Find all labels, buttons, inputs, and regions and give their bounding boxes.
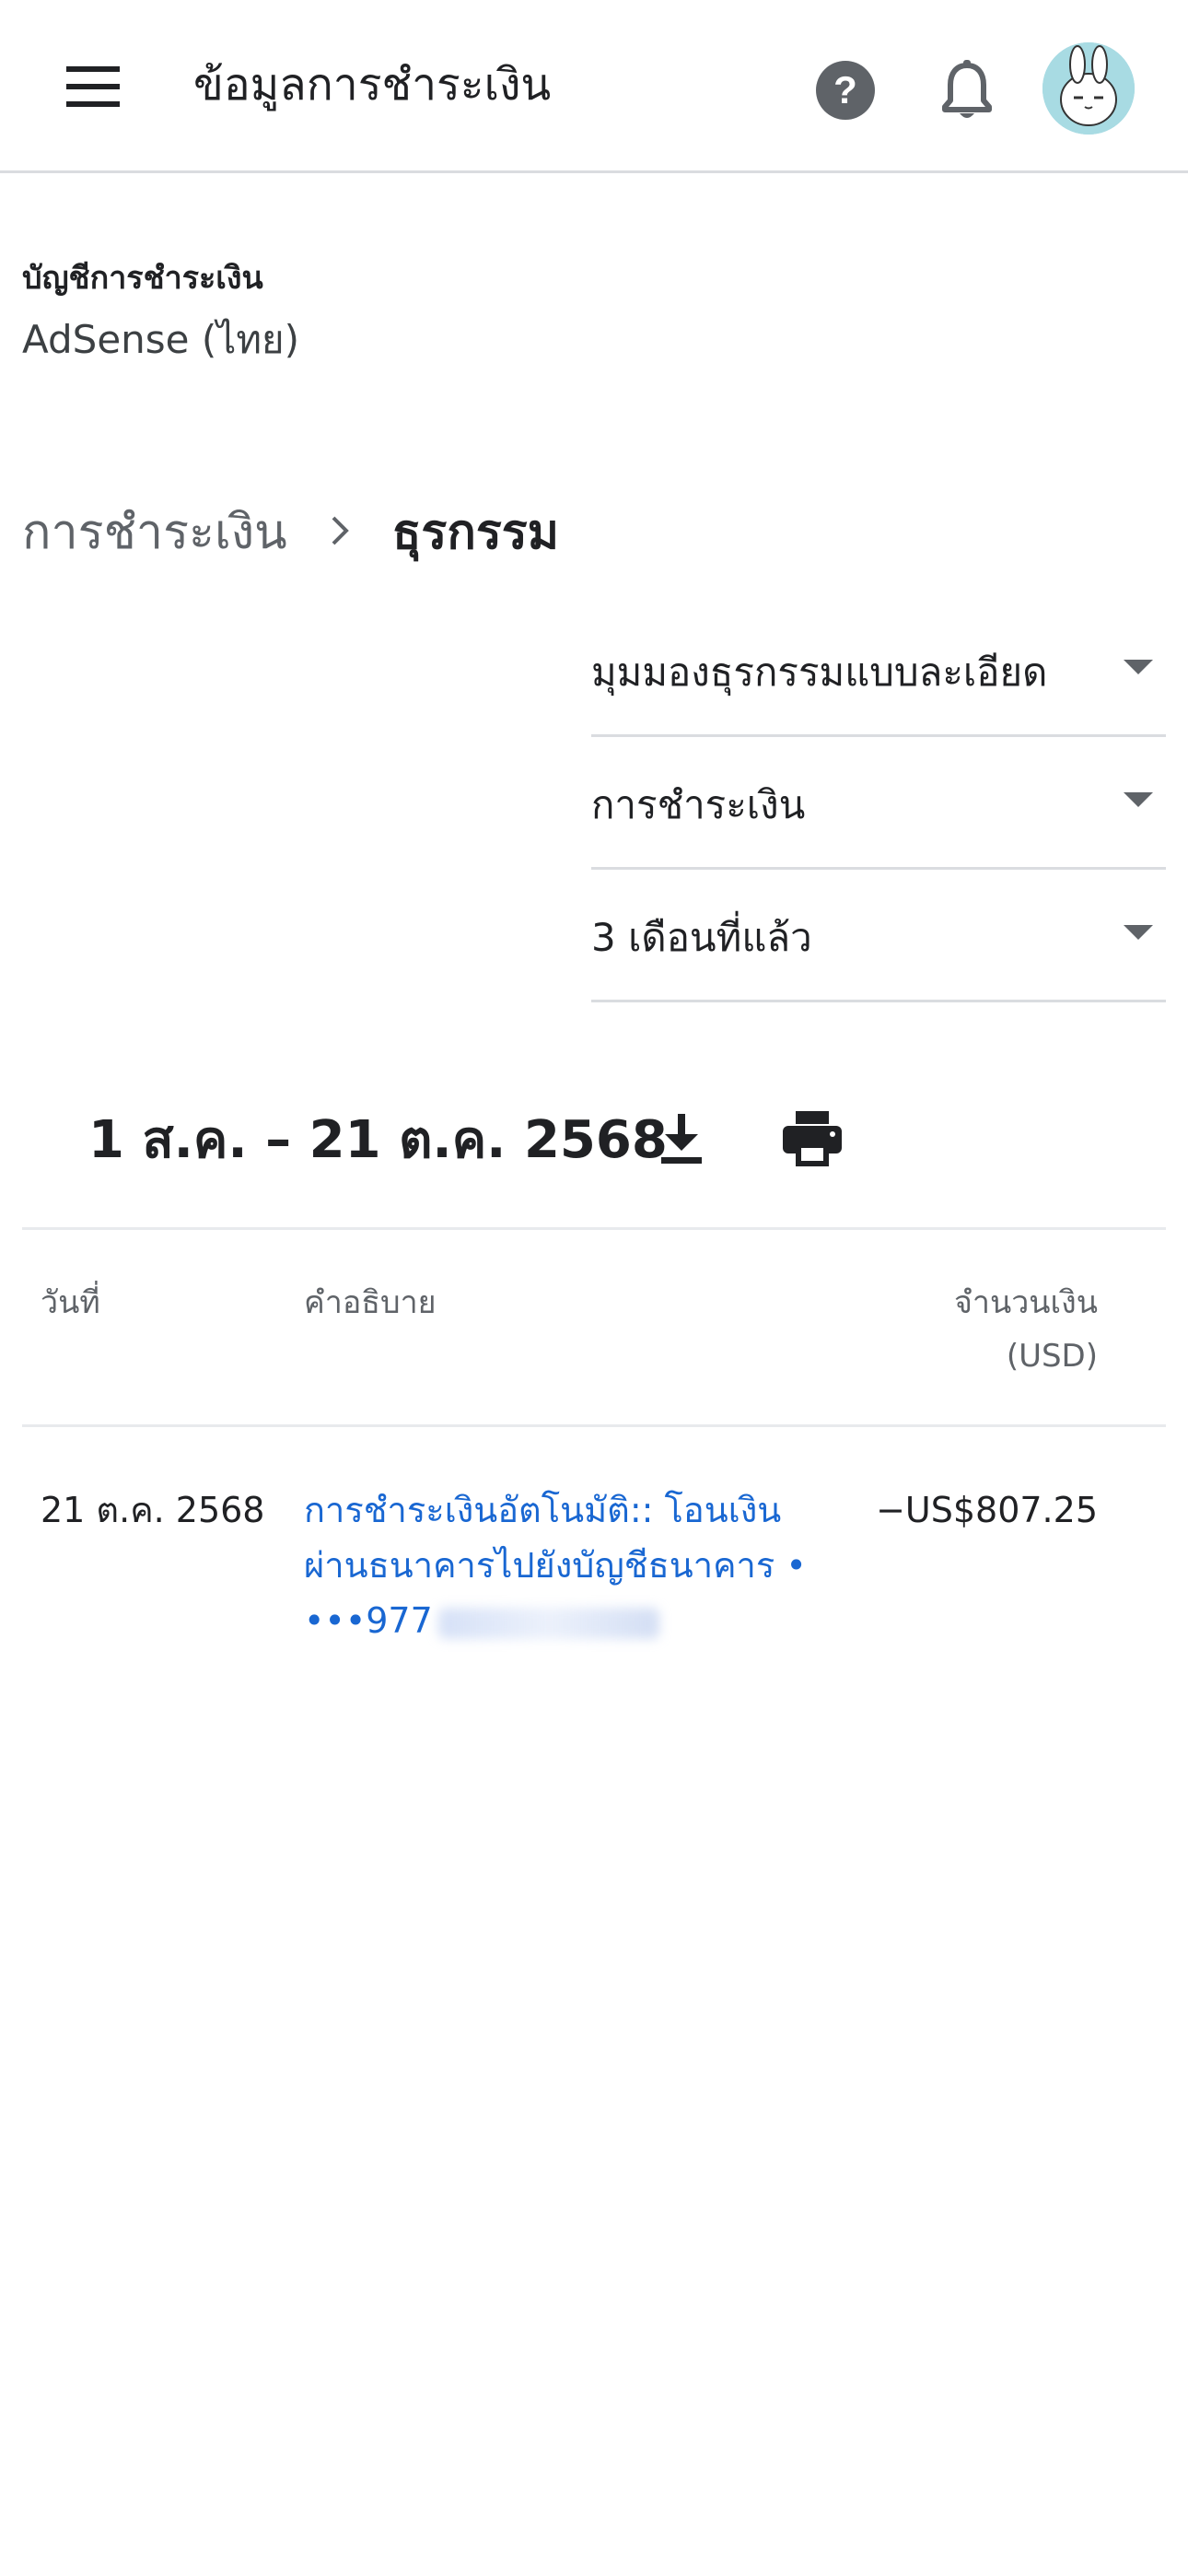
print-icon bbox=[783, 1111, 842, 1166]
transaction-type-value: การชำระเงิน bbox=[591, 781, 806, 827]
transaction-type-dropdown[interactable]: การชำระเงิน bbox=[591, 737, 1166, 870]
menu-icon bbox=[66, 66, 120, 107]
period-dropdown-value: 3 เดือนที่แล้ว bbox=[591, 914, 812, 960]
account-label: บัญชีการชำระเงิน bbox=[22, 260, 263, 297]
dropdown-arrow-icon bbox=[1124, 660, 1153, 674]
top-app-bar: ข้อมูลการชำระเงิน ? bbox=[0, 0, 1188, 173]
filters: มุมมองธุรกรรมแบบละเอียด การชำระเงิน 3 เด… bbox=[591, 604, 1166, 1002]
date-range-label: 1 ส.ค. – 21 ต.ค. 2568 bbox=[88, 1109, 668, 1170]
account-name: AdSense (ไทย) bbox=[22, 317, 300, 362]
period-dropdown[interactable]: 3 เดือนที่แล้ว bbox=[591, 870, 1166, 1002]
avatar[interactable] bbox=[1042, 42, 1135, 135]
page-title: ข้อมูลการชำระเงิน bbox=[193, 59, 552, 111]
transaction-description-line: •••977 bbox=[304, 1593, 856, 1648]
help-icon: ? bbox=[816, 61, 875, 120]
transaction-date: 21 ต.ค. 2568 bbox=[41, 1490, 265, 1530]
transaction-description-link[interactable]: การชำระเงินอัตโนมัติ:: โอนเงิน ผ่านธนาคา… bbox=[304, 1482, 856, 1648]
download-icon bbox=[661, 1114, 702, 1164]
dropdown-arrow-icon bbox=[1124, 925, 1153, 940]
account-number-suffix: •••977 bbox=[304, 1600, 433, 1641]
transactions-table: วันที่ คำอธิบาย จำนวนเงิน (USD) 21 ต.ค. … bbox=[22, 1227, 1166, 1648]
bell-icon bbox=[942, 60, 992, 118]
transaction-description-line: ผ่านธนาคารไปยังบัญชีธนาคาร • bbox=[304, 1545, 807, 1586]
table-header: วันที่ คำอธิบาย จำนวนเงิน (USD) bbox=[22, 1230, 1166, 1427]
column-header-amount-label: จำนวนเงิน bbox=[953, 1284, 1098, 1321]
chevron-right-icon bbox=[330, 514, 350, 547]
print-button[interactable] bbox=[772, 1098, 853, 1179]
notifications-button[interactable] bbox=[928, 52, 1006, 129]
transaction-amount: −US$807.25 bbox=[876, 1490, 1098, 1530]
breadcrumb-current: ธุรกรรม bbox=[391, 504, 559, 560]
dropdown-arrow-icon bbox=[1124, 792, 1153, 807]
download-button[interactable] bbox=[641, 1098, 722, 1179]
redacted-text bbox=[437, 1607, 659, 1639]
view-dropdown[interactable]: มุมมองธุรกรรมแบบละเอียด bbox=[591, 604, 1166, 737]
column-header-description: คำอธิบาย bbox=[304, 1284, 437, 1321]
column-header-amount-currency: (USD) bbox=[1006, 1338, 1098, 1375]
transaction-description-line: การชำระเงินอัตโนมัติ:: โอนเงิน bbox=[304, 1490, 782, 1530]
svg-text:?: ? bbox=[833, 68, 857, 111]
table-row: 21 ต.ค. 2568 การชำระเงินอัตโนมัติ:: โอนเ… bbox=[22, 1427, 1166, 1648]
breadcrumb: การชำระเงิน ธุรกรรม bbox=[22, 498, 559, 564]
help-button[interactable]: ? bbox=[807, 52, 884, 129]
bunny-avatar-icon bbox=[1042, 42, 1135, 135]
breadcrumb-payments-link[interactable]: การชำระเงิน bbox=[22, 493, 287, 569]
column-header-amount: จำนวนเงิน (USD) bbox=[954, 1276, 1098, 1383]
column-header-date: วันที่ bbox=[41, 1284, 100, 1321]
date-range-row: 1 ส.ค. – 21 ต.ค. 2568 bbox=[88, 1098, 668, 1179]
view-dropdown-value: มุมมองธุรกรรมแบบละเอียด bbox=[591, 649, 1048, 695]
menu-button[interactable] bbox=[42, 41, 144, 133]
